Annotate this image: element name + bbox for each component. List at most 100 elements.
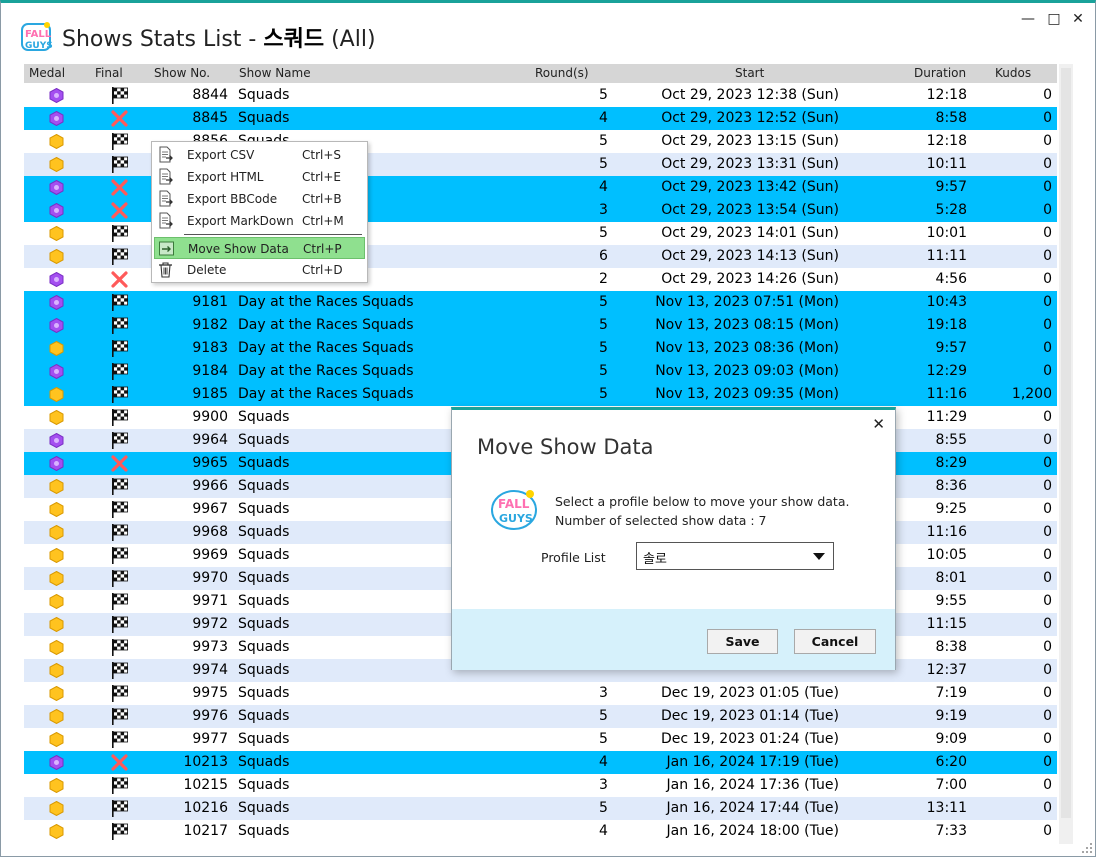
menu-item-label: Export HTML xyxy=(187,170,264,184)
cancel-button[interactable]: Cancel xyxy=(794,629,876,654)
move-show-data-dialog: ✕ Move Show Data FALL GUYS Select a prof… xyxy=(451,407,896,670)
show-name-cell: Squads xyxy=(238,409,290,425)
kudos-cell: 0 xyxy=(1043,731,1052,747)
table-row[interactable]: 10215 Squads 3 Jan 16, 2024 17:36 (Tue) 7:00… xyxy=(24,774,1057,797)
col-header-show-name[interactable]: Show Name xyxy=(239,66,311,80)
show-name-cell: Squads xyxy=(238,593,290,609)
duration-cell: 5:28 xyxy=(935,202,967,218)
show-no-cell: 9969 xyxy=(192,547,228,563)
col-header-final[interactable]: Final xyxy=(95,66,123,80)
show-no-cell: 9183 xyxy=(192,340,228,356)
show-name-cell: Squads xyxy=(238,754,290,770)
menu-item-label: Export CSV xyxy=(187,148,255,162)
start-cell: Oct 29, 2023 14:01 (Sun) xyxy=(661,225,839,241)
kudos-cell: 0 xyxy=(1043,248,1052,264)
col-header-rounds[interactable]: Round(s) xyxy=(535,66,589,80)
title-bar: FALL GUYS Shows Stats List - 스쿼드 (All) —… xyxy=(1,3,1095,61)
fall-guys-logo-icon: FALL GUYS xyxy=(491,490,537,530)
col-header-kudos[interactable]: Kudos xyxy=(995,66,1031,80)
show-no-cell: 9970 xyxy=(192,570,228,586)
dialog-message-line1: Select a profile below to move your show… xyxy=(555,494,850,509)
col-header-start[interactable]: Start xyxy=(735,66,764,80)
duration-cell: 9:09 xyxy=(935,731,967,747)
kudos-cell: 0 xyxy=(1043,800,1052,816)
table-row[interactable]: 9975 Squads 3 Dec 19, 2023 01:05 (Tue) 7:19 0 xyxy=(24,682,1057,705)
save-button[interactable]: Save xyxy=(707,629,778,654)
menu-item-move-show-data[interactable]: Move Show Data Ctrl+P xyxy=(154,237,365,259)
rounds-cell: 5 xyxy=(599,386,608,402)
vertical-scrollbar[interactable] xyxy=(1059,64,1073,844)
export-icon xyxy=(157,212,174,229)
dialog-close-icon[interactable]: ✕ xyxy=(872,415,885,433)
export-icon xyxy=(157,190,174,207)
rounds-cell: 4 xyxy=(599,110,608,126)
kudos-cell: 0 xyxy=(1043,662,1052,678)
show-no-cell: 9977 xyxy=(192,731,228,747)
kudos-cell: 0 xyxy=(1043,202,1052,218)
export-icon xyxy=(157,168,174,185)
checkered-flag-icon xyxy=(110,408,129,427)
menu-item-export-html[interactable]: Export HTML Ctrl+E xyxy=(154,166,365,188)
table-row[interactable]: 9183 Day at the Races Squads 5 Nov 13, 2023… xyxy=(24,337,1057,360)
show-name-cell: Squads xyxy=(238,501,290,517)
menu-item-shortcut: Ctrl+S xyxy=(302,148,342,162)
gold-medal-icon xyxy=(49,547,64,564)
menu-item-label: Export BBCode xyxy=(187,192,278,206)
rounds-cell: 6 xyxy=(599,248,608,264)
table-row[interactable]: 9976 Squads 5 Dec 19, 2023 01:14 (Tue) 9:19 0 xyxy=(24,705,1057,728)
menu-item-export-bbcode[interactable]: Export BBCode Ctrl+B xyxy=(154,188,365,210)
show-name-cell: Day at the Races Squads xyxy=(238,386,414,402)
table-row[interactable]: 10216 Squads 5 Jan 16, 2024 17:44 (Tue) 13:1… xyxy=(24,797,1057,820)
menu-item-export-csv[interactable]: Export CSV Ctrl+S xyxy=(154,144,365,166)
resize-grip-icon[interactable] xyxy=(1081,842,1093,854)
table-row[interactable]: 9977 Squads 5 Dec 19, 2023 01:24 (Tue) 9:09 0 xyxy=(24,728,1057,751)
eliminated-x-icon xyxy=(110,201,129,220)
menu-item-export-markdown[interactable]: Export MarkDown Ctrl+M xyxy=(154,210,365,232)
start-cell: Nov 13, 2023 08:15 (Mon) xyxy=(655,317,839,333)
table-row[interactable]: 9181 Day at the Races Squads 5 Nov 13, 2023… xyxy=(24,291,1057,314)
rounds-cell: 5 xyxy=(599,225,608,241)
table-row[interactable]: 10217 Squads 4 Jan 16, 2024 18:00 (Tue) 7:33… xyxy=(24,820,1057,843)
duration-cell: 8:38 xyxy=(935,639,967,655)
eliminated-x-icon xyxy=(110,109,129,128)
close-button[interactable]: ✕ xyxy=(1067,9,1089,29)
show-name-cell: Squads xyxy=(238,823,290,839)
col-header-show-no[interactable]: Show No. xyxy=(154,66,210,80)
table-row[interactable]: 8845 Squads 4 Oct 29, 2023 12:52 (Sun) 8:58 0 xyxy=(24,107,1057,130)
show-name-cell: Squads xyxy=(238,110,290,126)
profile-list-select[interactable]: 솔로 xyxy=(636,542,834,570)
duration-cell: 7:19 xyxy=(935,685,967,701)
table-row[interactable]: 9185 Day at the Races Squads 5 Nov 13, 2023… xyxy=(24,383,1057,406)
purple-medal-icon xyxy=(49,271,64,288)
scrollbar-thumb[interactable] xyxy=(1061,68,1071,818)
duration-cell: 11:16 xyxy=(926,386,967,402)
rounds-cell: 4 xyxy=(599,823,608,839)
col-header-duration[interactable]: Duration xyxy=(914,66,966,80)
duration-cell: 4:56 xyxy=(935,271,967,287)
table-row[interactable]: 10213 Squads 4 Jan 16, 2024 17:19 (Tue) 6:20… xyxy=(24,751,1057,774)
table-row[interactable]: 8844 Squads 5 Oct 29, 2023 12:38 (Sun) 12:18… xyxy=(24,84,1057,107)
show-no-cell: 9900 xyxy=(192,409,228,425)
duration-cell: 8:01 xyxy=(935,570,967,586)
duration-cell: 7:00 xyxy=(935,777,967,793)
table-row[interactable]: 9184 Day at the Races Squads 5 Nov 13, 2023… xyxy=(24,360,1057,383)
table-row[interactable]: 9182 Day at the Races Squads 5 Nov 13, 2023… xyxy=(24,314,1057,337)
start-cell: Nov 13, 2023 07:51 (Mon) xyxy=(655,294,839,310)
dialog-footer: Save Cancel xyxy=(452,609,895,670)
menu-item-delete[interactable]: Delete Ctrl+D xyxy=(154,259,365,281)
checkered-flag-icon xyxy=(110,799,129,818)
rounds-cell: 3 xyxy=(599,777,608,793)
checkered-flag-icon xyxy=(110,569,129,588)
rounds-cell: 5 xyxy=(599,800,608,816)
show-no-cell: 9971 xyxy=(192,593,228,609)
maximize-button[interactable]: □ xyxy=(1043,9,1065,29)
trash-icon xyxy=(157,261,174,278)
minimize-button[interactable]: — xyxy=(1017,9,1039,29)
eliminated-x-icon xyxy=(110,178,129,197)
show-name-cell: Squads xyxy=(238,685,290,701)
col-header-medal[interactable]: Medal xyxy=(29,66,65,80)
kudos-cell: 1,200 xyxy=(1011,386,1052,402)
show-name-cell: Day at the Races Squads xyxy=(238,340,414,356)
gold-medal-icon xyxy=(49,777,64,794)
show-no-cell: 10213 xyxy=(183,754,228,770)
